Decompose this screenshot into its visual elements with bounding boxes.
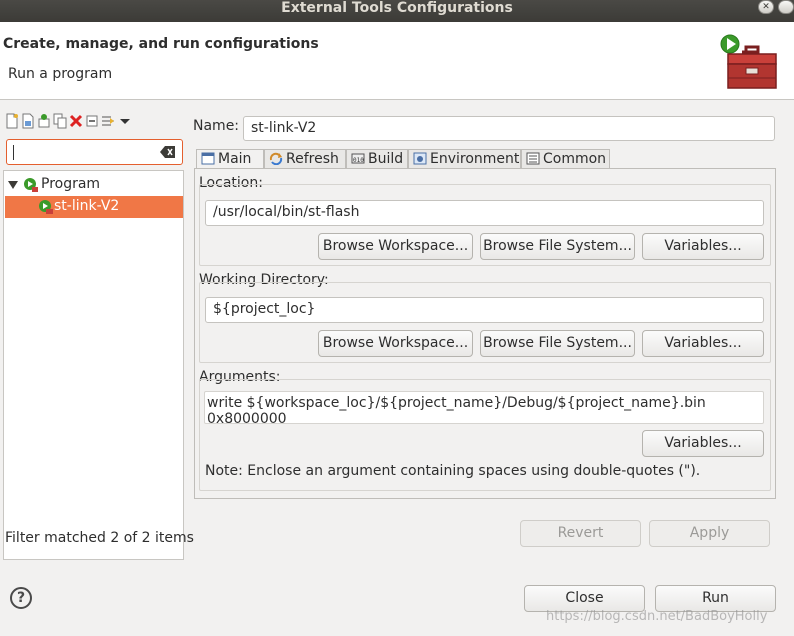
toolbox-icon [720, 34, 777, 89]
revert-button[interactable]: Revert [520, 520, 641, 547]
clear-filter-icon[interactable] [160, 146, 176, 158]
title-bar: External Tools Configurations ✕ [0, 0, 794, 22]
tab-environment[interactable]: Environment [408, 149, 521, 169]
view-menu-chevron-down-icon[interactable] [119, 113, 131, 129]
window-control-icon[interactable] [778, 0, 794, 14]
duplicate-config-icon[interactable] [53, 113, 67, 129]
svg-text:010: 010 [353, 157, 364, 164]
environment-icon [413, 152, 427, 165]
location-browse-filesystem-button[interactable]: Browse File System... [480, 233, 635, 260]
filter-configs-icon[interactable] [85, 113, 99, 129]
arguments-textarea[interactable]: write ${workspace_loc}/${project_name}/D… [204, 391, 764, 427]
new-config-icon[interactable] [5, 113, 19, 129]
tab-build[interactable]: 010 Build [346, 149, 408, 169]
tab-common[interactable]: Common [521, 149, 610, 169]
workdir-variables-button[interactable]: Variables... [642, 330, 764, 357]
apply-button[interactable]: Apply [649, 520, 770, 547]
tree-item-program[interactable]: Program [6, 175, 182, 195]
tree-item-label: Program [41, 176, 101, 192]
location-browse-workspace-button[interactable]: Browse Workspace... [318, 233, 473, 260]
delete-config-icon[interactable] [69, 113, 83, 129]
tree-item-label: st-link-V2 [54, 198, 120, 214]
dialog-header: Create, manage, and run configurations R… [0, 22, 794, 100]
watermark-text: https://blog.csdn.net/BadBoyHolly [546, 609, 768, 624]
location-input[interactable]: /usr/local/bin/st-flash [205, 200, 764, 226]
config-name-input[interactable]: st-link-V2 [243, 116, 775, 141]
export-config-icon[interactable] [37, 113, 51, 129]
filter-status-text: Filter matched 2 of 2 items [5, 530, 194, 546]
refresh-icon [269, 152, 283, 165]
close-window-icon[interactable]: ✕ [758, 0, 774, 14]
text-caret [13, 145, 14, 160]
tab-main[interactable]: Main [196, 149, 264, 170]
filter-input[interactable] [6, 139, 183, 165]
collapse-all-icon[interactable] [101, 113, 115, 129]
run-button[interactable]: Run [655, 585, 776, 612]
working-directory-input[interactable]: ${project_loc} [205, 297, 764, 323]
new-prototype-icon[interactable] [21, 113, 35, 129]
close-button[interactable]: Close [524, 585, 645, 612]
tab-refresh[interactable]: Refresh [264, 149, 346, 169]
configurations-toolbar [3, 110, 183, 132]
arguments-note: Note: Enclose an argument containing spa… [205, 463, 701, 479]
configurations-tree: Program st-link-V2 [3, 170, 184, 560]
build-icon: 010 [351, 153, 365, 164]
main-tab-icon [201, 152, 215, 165]
common-icon [526, 152, 540, 165]
expand-arrow-icon[interactable] [8, 181, 18, 189]
name-label: Name: [193, 118, 240, 134]
window-title: External Tools Configurations [281, 0, 513, 16]
workdir-browse-workspace-button[interactable]: Browse Workspace... [318, 330, 473, 357]
location-variables-button[interactable]: Variables... [642, 233, 764, 260]
header-title: Create, manage, and run configurations [3, 36, 319, 52]
help-icon[interactable]: ? [10, 587, 32, 609]
tree-item-st-link-v2[interactable]: st-link-V2 [5, 196, 183, 218]
launch-config-icon [39, 200, 53, 214]
program-config-icon [24, 178, 38, 192]
header-message: Run a program [8, 66, 113, 82]
workdir-browse-filesystem-button[interactable]: Browse File System... [480, 330, 635, 357]
arguments-variables-button[interactable]: Variables... [642, 430, 764, 457]
